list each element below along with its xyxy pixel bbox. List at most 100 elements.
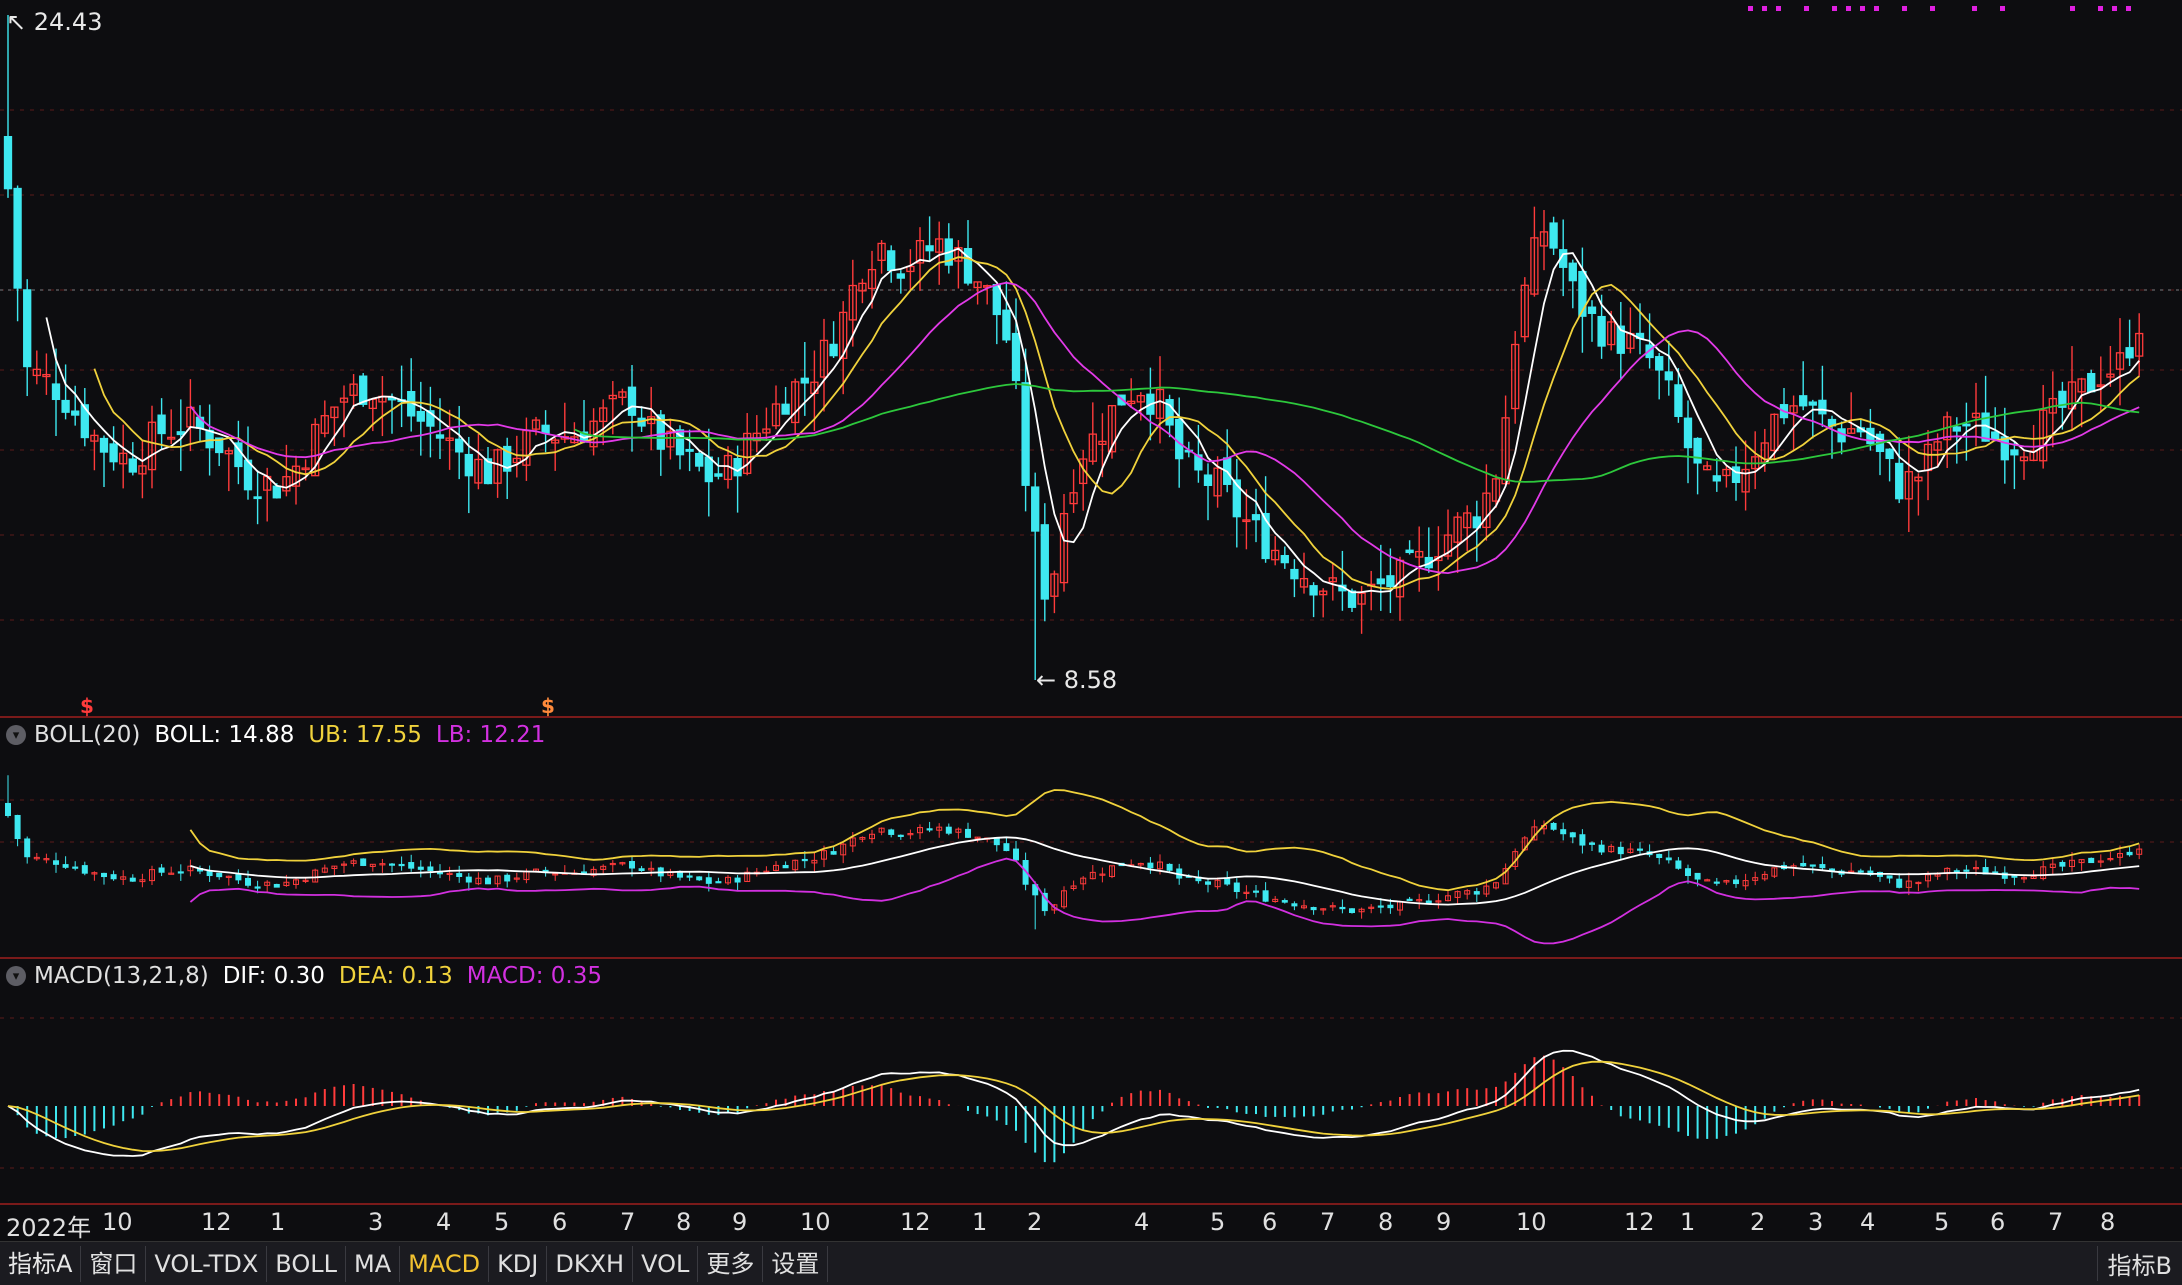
boll-candle-body: [485, 877, 491, 885]
time-axis-label: 12: [201, 1208, 232, 1236]
boll-candle-body: [456, 873, 463, 877]
boll-candle-body: [1262, 890, 1269, 902]
candle-body: [781, 403, 790, 415]
boll-candle-body: [1896, 878, 1903, 888]
candle-body: [359, 375, 368, 405]
tab-dkxh[interactable]: DKXH: [547, 1245, 634, 1282]
boll-candle-body: [427, 866, 434, 872]
boll-candle-body: [53, 860, 59, 865]
macd-pane[interactable]: [7, 1049, 2141, 1163]
boll-candle-body: [734, 877, 741, 883]
boll-candle-body: [801, 858, 808, 862]
candle-body: [704, 456, 713, 483]
time-axis-label: 8: [2100, 1208, 2116, 1236]
tab-indicator-b[interactable]: 指标B: [2096, 1246, 2182, 1281]
time-axis-label: 5: [1210, 1208, 1226, 1236]
candle-body: [1040, 524, 1049, 600]
tab-boll[interactable]: BOLL: [267, 1245, 346, 1282]
candle-body: [896, 273, 905, 279]
tab-vol-tdx[interactable]: VOL-TDX: [146, 1245, 268, 1282]
tab--[interactable]: 窗口: [81, 1245, 147, 1282]
boll-candle-body: [715, 881, 722, 884]
boll-candle-body: [1377, 905, 1384, 908]
candle-body: [3, 136, 13, 190]
signal-marker-2: $: [541, 694, 555, 718]
candle-body: [2087, 372, 2096, 393]
time-axis-label: 9: [1436, 1208, 1452, 1236]
time-axis-label: 2: [1750, 1208, 1766, 1236]
boll-candle-body: [1809, 864, 1816, 867]
candle-body: [1674, 384, 1683, 417]
candlestick-chart[interactable]: [0, 0, 2182, 1240]
boll-candle-body: [1665, 857, 1672, 861]
tab-vol[interactable]: VOL: [633, 1245, 699, 1282]
time-axis-label: 12: [1624, 1208, 1655, 1236]
boll-candle-body: [1310, 907, 1317, 911]
time-axis-label: 4: [1860, 1208, 1876, 1236]
macd-name[interactable]: MACD(13,21,8): [34, 963, 209, 989]
boll-candle-body: [1675, 860, 1682, 869]
ma20-line: [189, 281, 2140, 575]
boll-candle-body: [1694, 872, 1701, 880]
boll-candle-body: [245, 877, 251, 886]
grid-lines: [0, 109, 2182, 1205]
boll-candle-body: [1550, 822, 1557, 830]
chevron-down-icon[interactable]: ▾: [6, 966, 26, 986]
tab--[interactable]: 设置: [763, 1245, 829, 1282]
time-axis-label: 1: [1680, 1208, 1696, 1236]
boll-name[interactable]: BOLL(20): [34, 722, 140, 748]
macd-dea: DEA: 0.13: [338, 963, 453, 989]
boll-candle-body: [965, 828, 971, 838]
time-axis-label: 3: [1808, 1208, 1824, 1236]
candle-body: [1376, 578, 1385, 585]
boll-candle-body: [1425, 900, 1432, 904]
boll-lb: LB: 12.21: [435, 722, 546, 748]
boll-candle-body: [254, 886, 261, 889]
time-axis-label: 3: [368, 1208, 384, 1236]
boll-candle-body: [158, 867, 165, 873]
indicator-tab-bar: 指标A 窗口 VOL-TDX BOLL MA MACD KDJ DKXH VOL 更多 设置 指标B: [0, 1241, 2182, 1285]
boll-candle-body: [216, 872, 223, 878]
boll-candle-body: [638, 868, 645, 871]
time-axis-label: 6: [552, 1208, 568, 1236]
candle-body: [272, 485, 281, 499]
boll-candle-body: [1617, 846, 1624, 855]
chevron-down-icon[interactable]: ▾: [6, 725, 26, 745]
boll-candle-body: [1339, 906, 1346, 910]
candle-body: [1587, 306, 1597, 314]
boll-candle-body: [360, 858, 367, 866]
time-axis-label: 5: [1934, 1208, 1950, 1236]
price-pane[interactable]: [3, 6, 2144, 680]
candle-body: [253, 496, 262, 500]
tab--[interactable]: 更多: [698, 1245, 764, 1282]
boll-candle-body: [72, 866, 79, 869]
boll-candle-body: [177, 871, 184, 874]
signal-marker-1: $: [80, 694, 94, 718]
boll-candle-body: [5, 802, 11, 817]
boll-candle-body: [2059, 861, 2066, 867]
candle-body: [61, 399, 70, 413]
boll-candle-body: [1857, 870, 1864, 873]
candle-body: [1002, 309, 1011, 341]
boll-candle-body: [629, 861, 635, 869]
boll-candle-body: [81, 865, 88, 874]
signal-dot: [1860, 6, 1865, 11]
candle-body: [1203, 474, 1213, 487]
candle-body: [1011, 332, 1021, 382]
boll-header: ▾ BOLL(20) BOLL: 14.88 UB: 17.55 LB: 12.…: [0, 717, 559, 753]
signal-dot: [1874, 6, 1879, 11]
tab--a[interactable]: 指标A: [0, 1245, 82, 1282]
boll-candle-body: [696, 876, 703, 881]
boll-ub-line: [189, 789, 2140, 892]
tab-macd[interactable]: MACD: [400, 1245, 490, 1282]
tab-kdj[interactable]: KDJ: [489, 1245, 548, 1282]
time-axis-label: 9: [732, 1208, 748, 1236]
candle-body: [800, 377, 809, 384]
boll-value: BOLL: 14.88: [154, 722, 295, 748]
boll-candle-body: [1589, 842, 1595, 845]
candle-body: [733, 458, 742, 477]
tab-ma[interactable]: MA: [346, 1245, 401, 1282]
boll-candle-body: [1819, 864, 1826, 869]
candle-body: [1885, 448, 1894, 460]
time-axis-label: 7: [2048, 1208, 2064, 1236]
